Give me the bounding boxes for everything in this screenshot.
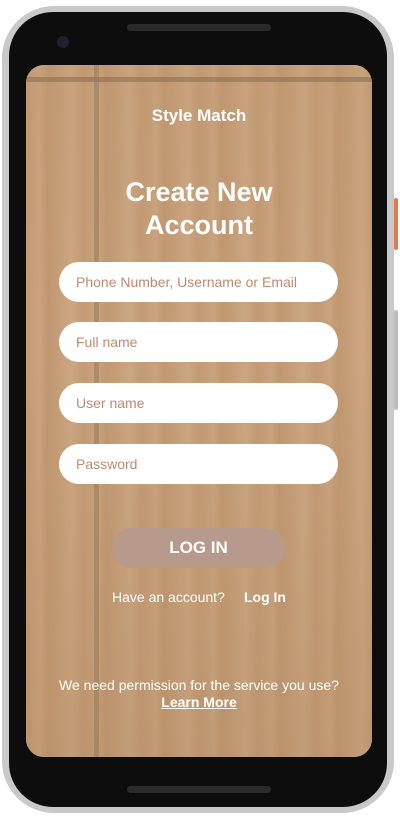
page-title-line-1: Create New [125,177,273,207]
page-title-line-2: Account [145,210,253,240]
permission-text: We need permission for the service you u… [59,677,339,693]
bottom-speaker [127,786,271,793]
contact-input[interactable] [59,262,338,302]
login-link[interactable]: Log In [244,589,286,605]
have-account-label: Have an account? [112,589,225,605]
username-input[interactable] [59,383,338,423]
full-name-input[interactable] [59,322,338,362]
front-camera-icon [57,36,69,48]
login-button[interactable]: LOG IN [112,528,285,568]
earpiece-speaker [127,24,271,31]
volume-button [394,310,398,410]
power-button [394,198,398,250]
page-title: Create New Account [26,176,372,242]
password-input[interactable] [59,444,338,484]
app-title: Style Match [151,106,247,125]
learn-more-link[interactable]: Learn More [26,694,372,710]
app-screen: Style Match Create New Account LOG IN Ha… [26,65,372,757]
